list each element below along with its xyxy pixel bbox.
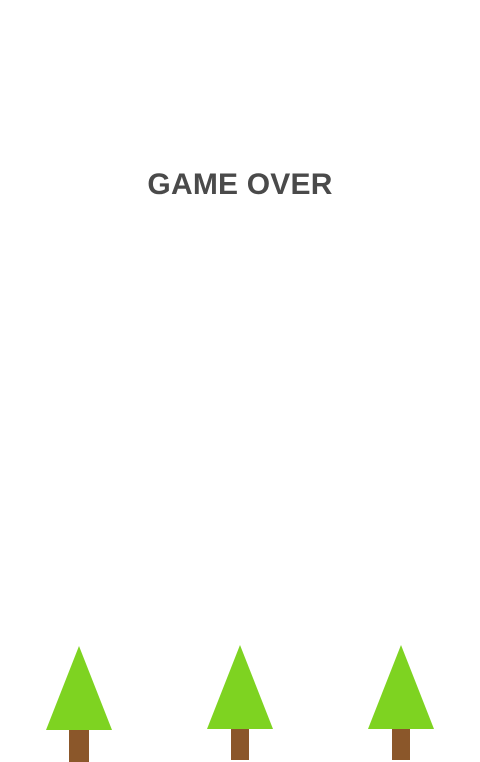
tree-foliage [207, 645, 273, 729]
game-canvas: GAME OVER [0, 0, 480, 762]
tree-right-icon [368, 645, 434, 761]
tree-foliage [46, 646, 112, 730]
tree-trunk [392, 729, 410, 760]
tree-center-icon [207, 645, 273, 761]
tree-left-icon [46, 646, 112, 762]
game-over-text: GAME OVER [147, 168, 333, 201]
tree-foliage [368, 645, 434, 729]
tree-trunk [231, 729, 249, 760]
tree-trunk [69, 730, 89, 762]
